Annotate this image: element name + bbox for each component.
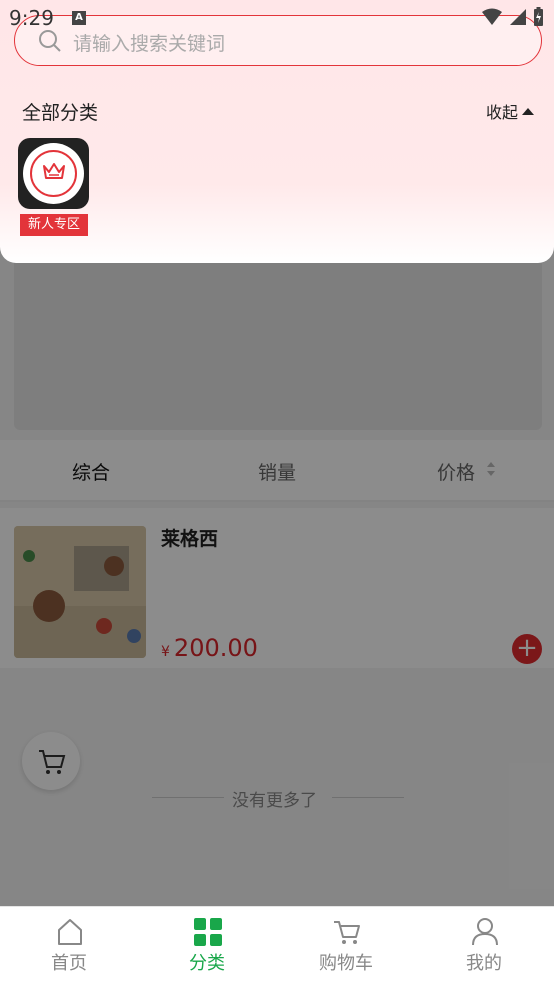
signal-icon <box>510 9 526 25</box>
tab-label: 我的 <box>466 953 502 974</box>
tab-label: 分类 <box>189 953 225 974</box>
tab-home[interactable]: 首页 <box>0 907 138 984</box>
bottom-tab-bar: 首页 分类 购物车 我的 <box>0 906 554 984</box>
tab-profile[interactable]: 我的 <box>415 907 553 984</box>
status-time: 9:29 <box>9 6 54 30</box>
user-icon <box>472 918 498 946</box>
all-categories-title: 全部分类 <box>22 102 99 124</box>
collapse-button[interactable]: 收起 <box>486 99 535 123</box>
triangle-up-icon <box>522 108 535 115</box>
crown-icon <box>43 163 65 179</box>
tab-cart[interactable]: 购物车 <box>277 907 415 984</box>
wifi-icon <box>482 8 502 25</box>
tab-label: 首页 <box>51 953 87 974</box>
category-dropdown-panel: 请输入搜索关键词 全部分类 收起 新人专区 <box>0 0 554 263</box>
tab-label: 购物车 <box>319 953 373 974</box>
notification-a-icon: A <box>72 11 86 25</box>
battery-icon <box>534 7 543 26</box>
category-item-newcomer[interactable] <box>18 138 89 209</box>
category-grid-icon <box>194 918 222 946</box>
home-icon <box>58 919 82 945</box>
tab-category[interactable]: 分类 <box>138 907 276 984</box>
status-bar: 9:29 A <box>0 0 554 36</box>
collapse-label: 收起 <box>486 103 519 122</box>
category-item-label[interactable]: 新人专区 <box>20 214 88 236</box>
cart-icon <box>334 921 360 944</box>
